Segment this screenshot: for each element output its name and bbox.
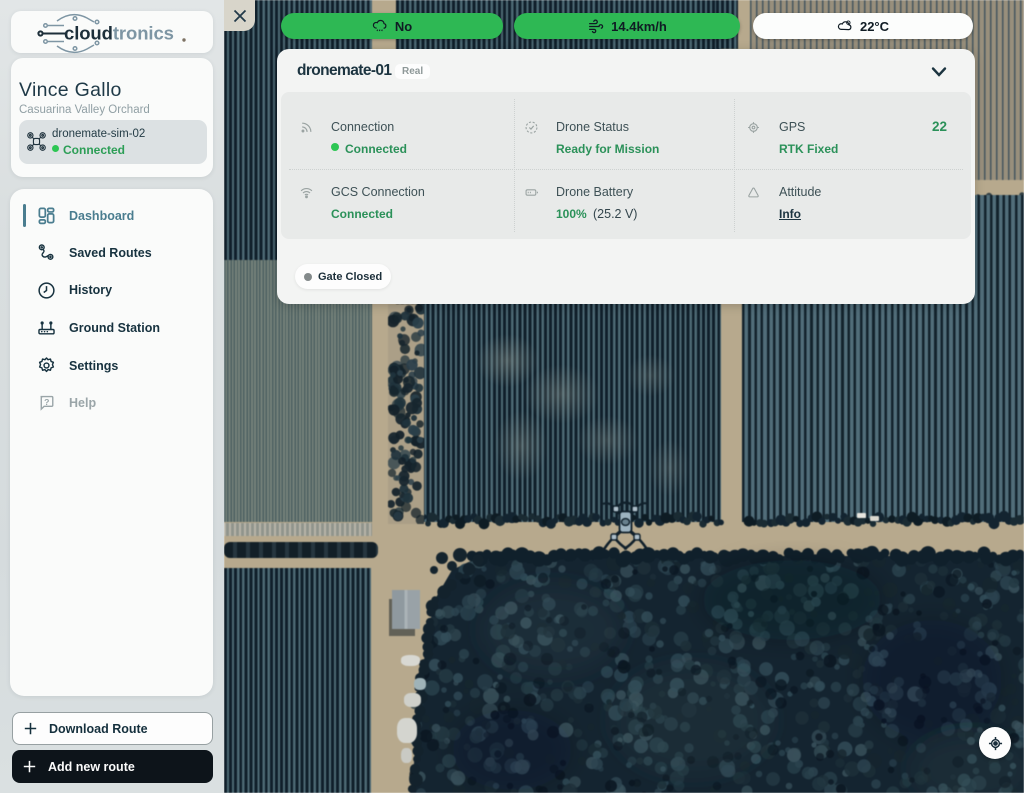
- svg-text:?: ?: [44, 397, 49, 407]
- svg-text:cloudtronics: cloudtronics: [64, 23, 174, 44]
